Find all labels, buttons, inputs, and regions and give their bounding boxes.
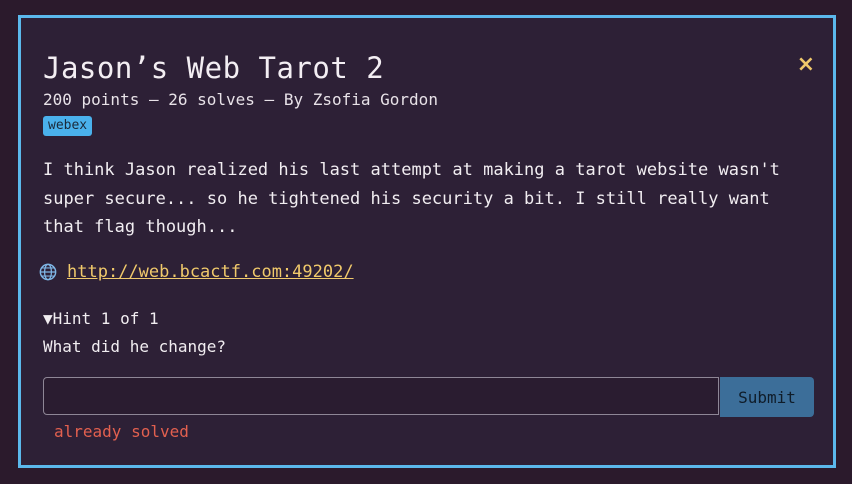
- submit-button[interactable]: Submit: [720, 377, 814, 417]
- hint-toggle[interactable]: ▼Hint 1 of 1: [43, 308, 159, 330]
- flag-input[interactable]: [43, 377, 719, 415]
- close-icon[interactable]: ×: [797, 52, 815, 78]
- challenge-title: Jason’s Web Tarot 2: [43, 51, 385, 85]
- challenge-link-row: http://web.bcactf.com:49202/: [39, 260, 354, 284]
- challenge-modal: Jason’s Web Tarot 2 × 200 points – 26 so…: [18, 15, 836, 468]
- challenge-description: I think Jason realized his last attempt …: [43, 160, 780, 237]
- challenge-meta: 200 points – 26 solves – By Zsofia Gordo…: [43, 90, 438, 109]
- category-tag: webex: [43, 116, 93, 136]
- challenge-link[interactable]: http://web.bcactf.com:49202/: [67, 260, 354, 284]
- status-message: already solved: [54, 422, 189, 441]
- hint-text: What did he change?: [43, 337, 227, 356]
- globe-icon: [39, 263, 57, 281]
